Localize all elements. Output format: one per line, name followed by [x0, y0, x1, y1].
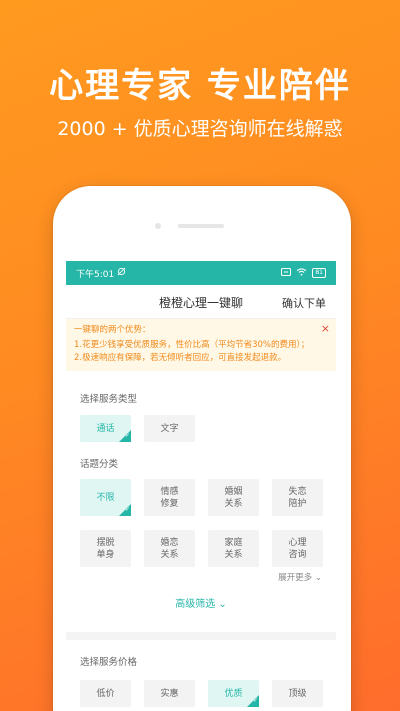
price-quality[interactable]: 优质 ✓ — [208, 680, 259, 707]
notice-title: 一键聊的两个优势： — [74, 325, 151, 335]
price-options: 低价 实惠 优质 ✓ 顶级 — [66, 680, 336, 707]
close-icon[interactable]: × — [321, 322, 330, 335]
sim-icon — [281, 267, 292, 279]
service-type-call[interactable]: 通话 ✓ — [80, 415, 131, 442]
price-low[interactable]: 低价 — [80, 680, 131, 707]
notice-line-1: 1.花更少钱享受优质服务，性价比高（平均节省30%的费用）； — [74, 340, 310, 350]
sync-icon — [117, 267, 126, 279]
check-icon: ✓ — [252, 697, 258, 704]
status-bar: 下午5:01 81 — [66, 261, 336, 285]
topic-family[interactable]: 家庭关系 — [208, 530, 259, 567]
advantage-notice: 一键聊的两个优势： 1.花更少钱享受优质服务，性价比高（平均节省30%的费用）；… — [66, 319, 336, 371]
topic-options: 不限 ✓ 情感修复 婚姻关系 失恋陪护 摆脱单身 婚恋关系 家庭关系 心理咨询 — [66, 479, 336, 567]
phone-camera — [155, 223, 161, 229]
topic-emotion-repair[interactable]: 情感修复 — [144, 479, 195, 516]
topic-breakup-support[interactable]: 失恋陪护 — [272, 479, 323, 516]
promo-subline: 2000 + 优质心理咨询师在线解惑 — [57, 118, 343, 140]
topic-dating-relationship[interactable]: 婚恋关系 — [144, 530, 195, 567]
price-affordable[interactable]: 实惠 — [144, 680, 195, 707]
advanced-filter-button[interactable]: 高级筛选 ⌄ — [66, 595, 336, 610]
status-time: 下午5:01 — [76, 269, 115, 280]
nav-bar: 橙橙心理一键聊 确认下单 — [66, 285, 336, 319]
price-label: 选择服务价格 — [80, 657, 138, 668]
promo-headline: 心理专家 专业陪伴 — [49, 66, 351, 106]
phone-speaker — [178, 224, 224, 228]
price-top[interactable]: 顶级 — [272, 680, 323, 707]
service-type-label: 选择服务类型 — [80, 394, 138, 405]
service-type-text[interactable]: 文字 — [144, 415, 195, 442]
service-type-options: 通话 ✓ 文字 — [66, 415, 336, 442]
confirm-order-button[interactable]: 确认下单 — [282, 295, 326, 311]
topic-counseling[interactable]: 心理咨询 — [272, 530, 323, 567]
expand-more-link[interactable]: 展开更多 ⌄ — [66, 571, 336, 583]
section-divider — [66, 632, 336, 640]
wifi-icon — [296, 267, 307, 279]
topic-label: 话题分类 — [80, 459, 119, 470]
topic-marriage[interactable]: 婚姻关系 — [208, 479, 259, 516]
notice-line-2: 2.极速响应有保障，若无倾听者回应，可直接发起退款。 — [74, 353, 287, 363]
battery-icon: 81 — [312, 268, 326, 278]
topic-leave-single[interactable]: 摆脱单身 — [80, 530, 131, 567]
check-icon: ✓ — [124, 506, 130, 513]
topic-any[interactable]: 不限 ✓ — [80, 479, 131, 516]
check-icon: ✓ — [124, 432, 130, 439]
app-screen: 下午5:01 81 橙橙心理一键聊 确认下单 一键聊的两个优势： 1.花更少钱享… — [66, 261, 336, 711]
